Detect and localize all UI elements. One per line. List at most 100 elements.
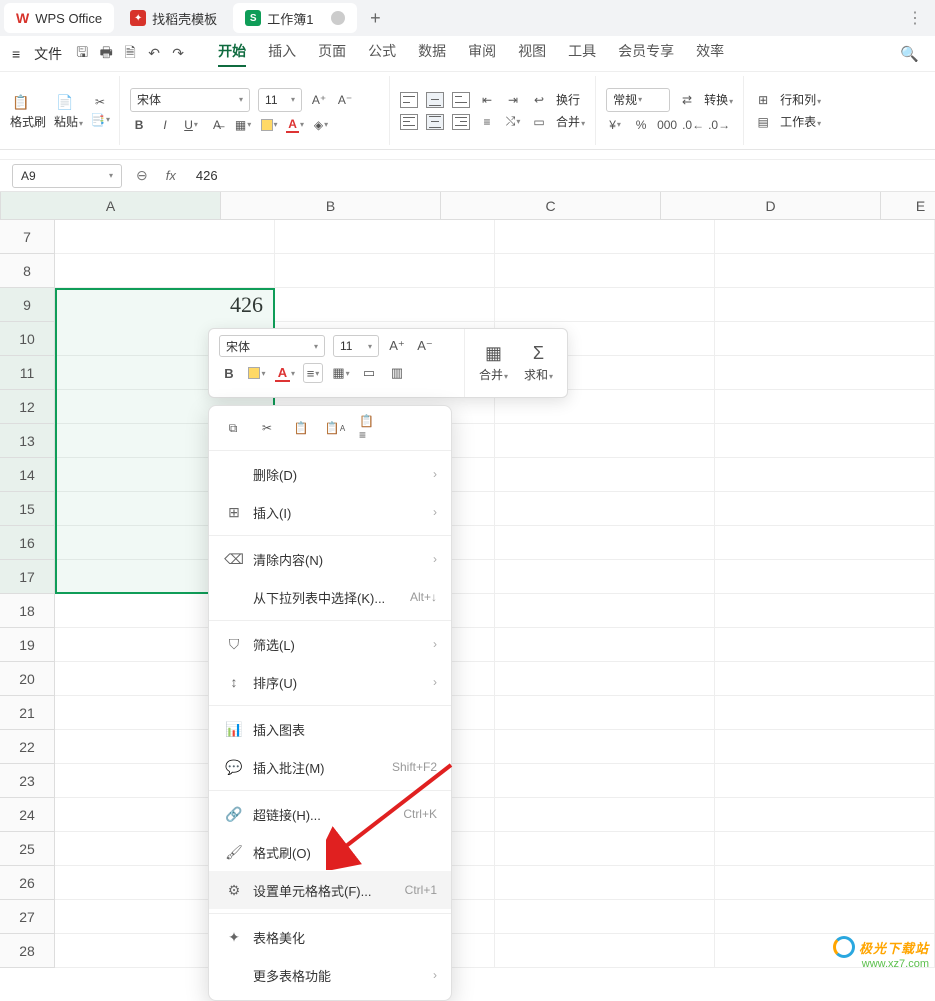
- print-icon[interactable]: 🖶: [96, 42, 116, 66]
- decimal-dec-icon[interactable]: .0→: [710, 116, 728, 134]
- tab-member[interactable]: 会员专享: [618, 41, 674, 67]
- decimal-inc-icon[interactable]: .0←: [684, 116, 702, 134]
- font-size-select[interactable]: 11▾: [258, 88, 302, 112]
- mini-sum-button[interactable]: Σ求和▾: [524, 343, 553, 383]
- indent-inc-icon[interactable]: ⇥: [504, 91, 522, 109]
- ctx-beautify[interactable]: ✦表格美化: [209, 918, 451, 956]
- row-header[interactable]: 21: [0, 696, 55, 730]
- row-header[interactable]: 8: [0, 254, 55, 288]
- row-header[interactable]: 16: [0, 526, 55, 560]
- save-icon[interactable]: 🖫: [72, 42, 92, 66]
- mini-fontcolor-icon[interactable]: A▾: [275, 363, 295, 383]
- tab-start[interactable]: 开始: [218, 41, 246, 67]
- tab-view[interactable]: 视图: [518, 41, 546, 67]
- row-header[interactable]: 22: [0, 730, 55, 764]
- row-header[interactable]: 23: [0, 764, 55, 798]
- column-header[interactable]: E: [881, 192, 935, 219]
- merge-icon[interactable]: ▭: [530, 113, 548, 131]
- cut-icon[interactable]: ✂: [91, 93, 109, 111]
- worksheet-icon[interactable]: ▤: [754, 113, 772, 131]
- column-header[interactable]: B: [221, 192, 441, 219]
- clear-format-icon[interactable]: ◈▾: [312, 116, 330, 134]
- percent-icon[interactable]: %: [632, 116, 650, 134]
- row-header[interactable]: 26: [0, 866, 55, 900]
- row-header[interactable]: 14: [0, 458, 55, 492]
- mini-dec-font-icon[interactable]: A⁻: [415, 336, 435, 356]
- row-header[interactable]: 19: [0, 628, 55, 662]
- tabs-more-icon[interactable]: ⋮: [899, 8, 931, 28]
- ctx-paste-special-icon[interactable]: 📋≡: [359, 418, 379, 438]
- strike-icon[interactable]: A̶: [208, 116, 226, 134]
- ctx-sort[interactable]: ↕排序(U)›: [209, 663, 451, 701]
- row-header[interactable]: 24: [0, 798, 55, 832]
- mini-table-icon[interactable]: ▥: [387, 363, 407, 383]
- ctx-delete[interactable]: 删除(D)›: [209, 455, 451, 493]
- tab-review[interactable]: 审阅: [468, 41, 496, 67]
- convert-icon[interactable]: ⇄: [678, 91, 696, 109]
- row-header[interactable]: 7: [0, 220, 55, 254]
- mini-merge-button[interactable]: ▦合并▾: [479, 343, 508, 383]
- row-header[interactable]: 11: [0, 356, 55, 390]
- tab-efficiency[interactable]: 效率: [696, 41, 724, 67]
- tab-workbook[interactable]: S 工作簿1: [233, 3, 357, 33]
- column-header[interactable]: A: [1, 192, 221, 219]
- ctx-filter[interactable]: ⛉筛选(L)›: [209, 625, 451, 663]
- mini-border-icon[interactable]: ▦▾: [331, 363, 351, 383]
- row-header[interactable]: 28: [0, 934, 55, 968]
- convert-label[interactable]: 转换: [704, 93, 728, 107]
- fill-color-icon[interactable]: ▾: [260, 116, 278, 134]
- row-header[interactable]: 25: [0, 832, 55, 866]
- indent-dec-icon[interactable]: ⇤: [478, 91, 496, 109]
- font-color-icon[interactable]: A▾: [286, 116, 304, 134]
- ctx-copy-icon[interactable]: ⧉: [223, 418, 243, 438]
- mini-align-icon[interactable]: ≡▾: [303, 363, 323, 383]
- ctx-insert-chart[interactable]: 📊插入图表: [209, 710, 451, 748]
- thousands-icon[interactable]: 000: [658, 116, 676, 134]
- undo-icon[interactable]: ↶: [144, 45, 164, 62]
- row-header[interactable]: 12: [0, 390, 55, 424]
- fx-icon[interactable]: fx: [162, 168, 180, 183]
- ctx-cut-icon[interactable]: ✂: [257, 418, 277, 438]
- ctx-paste-text-icon[interactable]: 📋A: [325, 418, 345, 438]
- mini-bold-icon[interactable]: B: [219, 363, 239, 383]
- preview-icon[interactable]: 🗎: [120, 42, 140, 66]
- align-center-icon[interactable]: [426, 114, 444, 130]
- number-format-select[interactable]: 常规▾: [606, 88, 670, 112]
- ctx-hyperlink[interactable]: 🔗超链接(H)...Ctrl+K: [209, 795, 451, 833]
- mini-size-select[interactable]: 11▾: [333, 335, 379, 357]
- copy-icon[interactable]: 📑▾: [91, 111, 109, 129]
- paste-icon[interactable]: 📄: [54, 91, 76, 113]
- wrap-label[interactable]: 换行: [556, 91, 580, 108]
- rowcol-icon[interactable]: ⊞: [754, 91, 772, 109]
- tab-wps-office[interactable]: W WPS Office: [4, 3, 114, 33]
- ctx-format-painter[interactable]: 🖌格式刷(O): [209, 833, 451, 871]
- tab-data[interactable]: 数据: [418, 41, 446, 67]
- orientation-icon[interactable]: ⤭▾: [504, 113, 522, 131]
- tab-formula[interactable]: 公式: [368, 41, 396, 67]
- mini-fill-icon[interactable]: ▾: [247, 363, 267, 383]
- paste-label[interactable]: 粘贴: [54, 115, 78, 129]
- font-name-select[interactable]: 宋体▾: [130, 88, 250, 112]
- ctx-clear[interactable]: ⌫清除内容(N)›: [209, 540, 451, 578]
- merge-label[interactable]: 合并: [556, 115, 580, 129]
- ctx-paste-icon[interactable]: 📋: [291, 418, 311, 438]
- decrease-font-icon[interactable]: A⁻: [336, 91, 354, 109]
- formula-value[interactable]: 426: [190, 168, 218, 183]
- row-header[interactable]: 18: [0, 594, 55, 628]
- format-painter-icon[interactable]: 📋: [10, 91, 32, 113]
- file-menu[interactable]: 文件: [28, 44, 68, 64]
- align-left-icon[interactable]: [400, 114, 418, 130]
- ctx-insert[interactable]: ⊞插入(I)›: [209, 493, 451, 531]
- row-header[interactable]: 15: [0, 492, 55, 526]
- search-icon[interactable]: 🔍: [892, 45, 927, 63]
- row-header[interactable]: 17: [0, 560, 55, 594]
- close-icon[interactable]: [331, 11, 345, 25]
- tab-template[interactable]: ✦ 找稻壳模板: [118, 3, 229, 33]
- tab-insert[interactable]: 插入: [268, 41, 296, 67]
- mini-format-icon[interactable]: ▭: [359, 363, 379, 383]
- name-box[interactable]: A9 ▾: [12, 164, 122, 188]
- new-tab-button[interactable]: +: [361, 8, 389, 29]
- cancel-icon[interactable]: ⊖: [132, 167, 152, 184]
- wrap-icon[interactable]: ↩: [530, 91, 548, 109]
- select-all-corner[interactable]: [0, 192, 1, 219]
